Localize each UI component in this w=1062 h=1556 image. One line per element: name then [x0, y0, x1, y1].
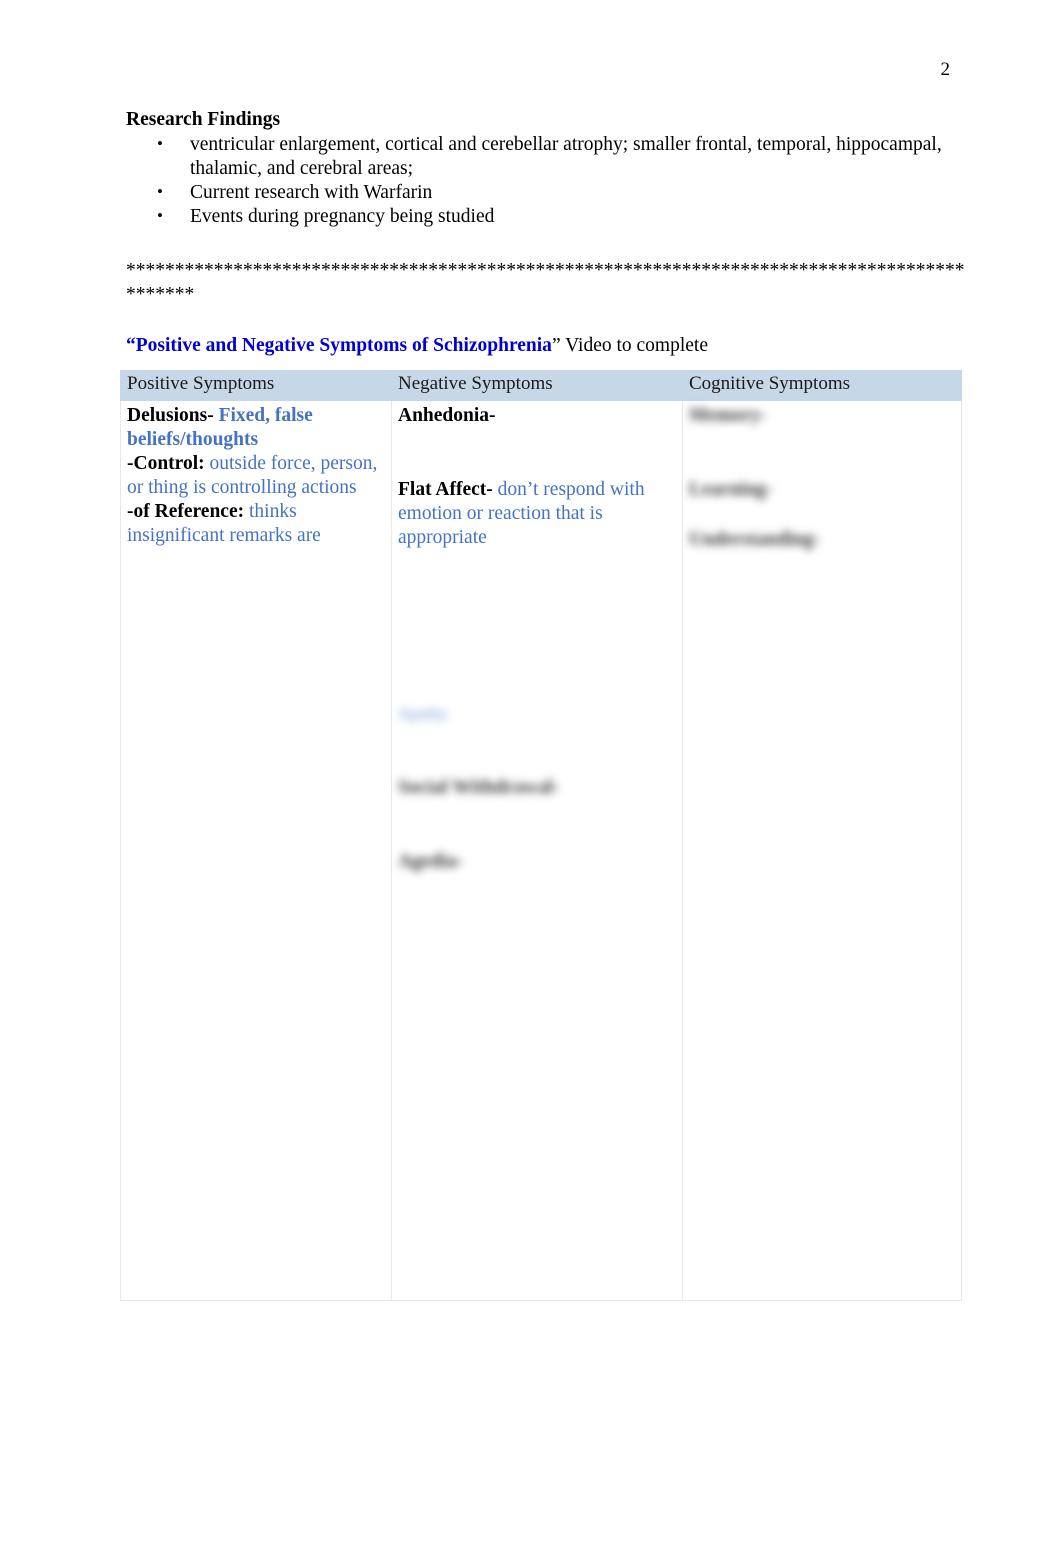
symptom-entry: -of Reference: thinks insignificant rema…: [127, 500, 385, 548]
redacted-text: Agedia-: [398, 851, 463, 873]
list-item-label: Events during pregnancy being studied: [190, 206, 495, 228]
symptom-entry: -Control: outside force, person, or thin…: [127, 452, 385, 500]
symptom-entry: Anhedonia-: [398, 404, 676, 428]
symptom-term: -Control:: [127, 453, 205, 475]
bullet-icon: •: [157, 133, 163, 153]
redacted-text: Understanding-: [689, 529, 821, 551]
section-heading-research-findings: Research Findings: [126, 109, 281, 130]
video-title-text: Positive and Negative Symptoms of Schizo…: [135, 335, 552, 357]
list-item-label: ventricular enlargement, cortical and ce…: [190, 133, 942, 179]
redacted-text: Social Withdrawal-: [398, 777, 560, 799]
symptom-term: -of Reference:: [127, 501, 245, 523]
asterisk-separator: ****************************************…: [126, 260, 965, 306]
table-header-cognitive: Cognitive Symptoms: [682, 370, 962, 401]
redacted-text: Memory-: [689, 405, 767, 426]
symptom-entry-redacted: Learning-: [689, 478, 955, 502]
video-assignment-title: “Positive and Negative Symptoms of Schiz…: [126, 334, 976, 358]
table-cell-negative-symptoms: Anhedonia- Flat Affect- don’t respond wi…: [391, 400, 683, 1301]
symptom-entry-redacted: Social Withdrawal-: [398, 776, 676, 800]
list-item: • Current research with Warfarin: [126, 181, 976, 205]
page-number: 2: [940, 59, 951, 80]
list-item: • Events during pregnancy being studied: [126, 205, 976, 229]
video-title-quote-close: ”: [551, 335, 561, 357]
table-cell-positive-symptoms: Delusions- Fixed, false beliefs/thoughts…: [120, 400, 392, 1301]
symptom-entry-redacted: Understanding-: [689, 528, 955, 552]
bullet-icon: •: [157, 206, 163, 226]
table-header-negative: Negative Symptoms: [391, 370, 683, 401]
table-header-positive: Positive Symptoms: [120, 370, 392, 401]
table-cell-cognitive-symptoms: Memory- Learning- Understanding-: [682, 400, 962, 1301]
symptom-entry-redacted: Agedia-: [398, 850, 676, 874]
list-item: • ventricular enlargement, cortical and …: [126, 133, 976, 181]
symptom-term: Anhedonia-: [398, 405, 496, 426]
video-title-quote-open: “: [126, 335, 136, 357]
table-header-row: Positive Symptoms Negative Symptoms Cogn…: [120, 370, 962, 401]
redacted-text: Learning-: [689, 479, 773, 501]
symptoms-table: Positive Symptoms Negative Symptoms Cogn…: [120, 370, 962, 1301]
symptom-entry: Delusions- Fixed, false beliefs/thoughts: [127, 404, 385, 452]
symptom-term: Flat Affect-: [398, 479, 493, 501]
symptom-entry-redacted: Apathy: [398, 702, 676, 726]
bullet-icon: •: [157, 181, 163, 201]
list-item-label: Current research with Warfarin: [190, 181, 433, 203]
document-content: Research Findings • ventricular enlargem…: [126, 108, 976, 358]
symptom-entry: Flat Affect- don’t respond with emotion …: [398, 478, 676, 550]
video-title-suffix: Video to complete: [560, 335, 708, 357]
redacted-text: Apathy: [398, 704, 449, 724]
table-body-row: Delusions- Fixed, false beliefs/thoughts…: [120, 400, 962, 1301]
symptom-entry-redacted: Memory-: [689, 404, 955, 428]
document-page: 2 Research Findings • ventricular enlarg…: [0, 0, 1062, 1556]
research-findings-list: • ventricular enlargement, cortical and …: [126, 133, 976, 229]
symptom-term: Delusions-: [127, 405, 214, 426]
